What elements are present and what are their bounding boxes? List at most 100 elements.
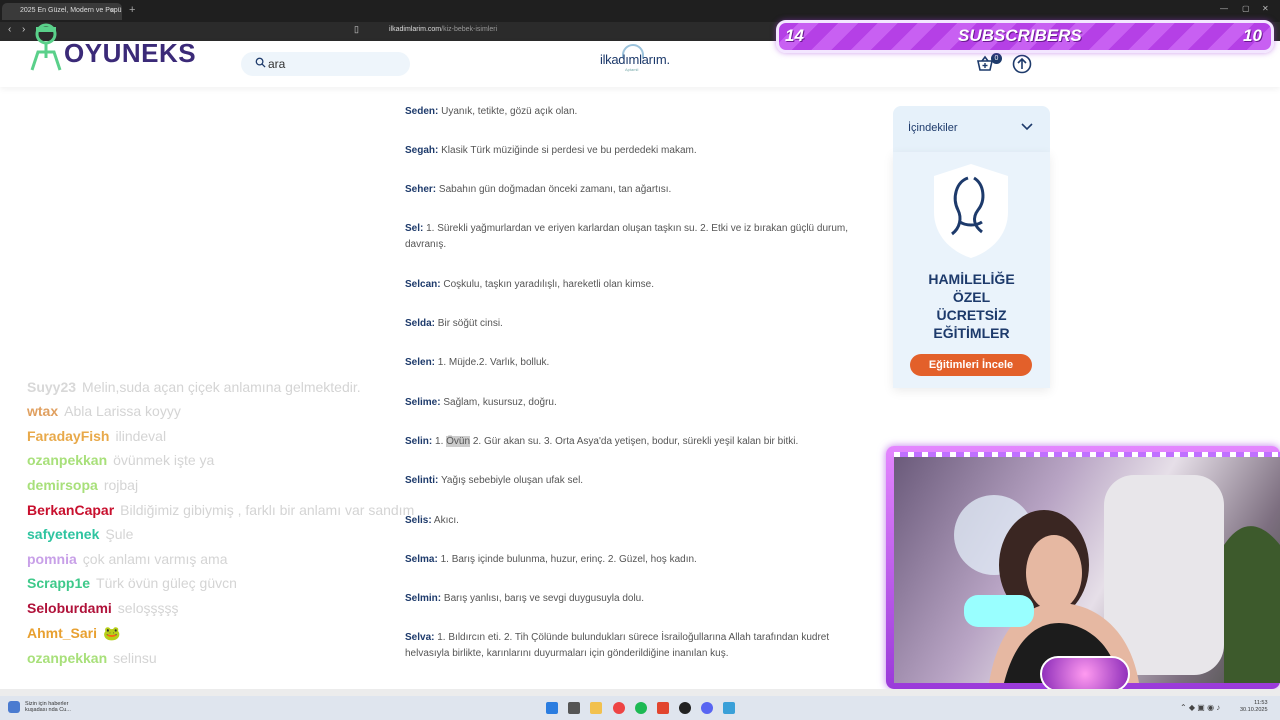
chrome-icon[interactable] [613, 702, 625, 714]
entry-meaning: Uyanık, tetikte, gözü açık olan. [441, 106, 578, 117]
streamer-silhouette [954, 475, 1280, 683]
entry-meaning: 1. Sürekli yağmurlardan ve eriyen karlar… [405, 223, 848, 250]
entry-meaning: Bir söğüt cinsi. [437, 318, 503, 329]
file-explorer-icon[interactable] [590, 702, 602, 714]
maximize-icon[interactable]: ▢ [1242, 4, 1250, 13]
chat-username: demirsopa [27, 477, 98, 493]
search-input[interactable]: ara [241, 52, 410, 76]
entry-meaning: Coşkulu, taşkın yaradılışlı, hareketli o… [443, 279, 655, 290]
window-close-icon[interactable]: ✕ [1262, 4, 1269, 13]
chat-text: Şule [105, 526, 134, 542]
entry-name: Selen: [405, 357, 436, 368]
chat-message: wtax Abla Larissa koyyy [27, 403, 181, 419]
new-tab-button[interactable]: + [129, 4, 135, 16]
name-entry: Seden: Uyanık, tetikte, gözü açık olan. [405, 104, 865, 120]
entry-name: Selime: [405, 397, 441, 408]
entry-name: Selcan: [405, 279, 441, 290]
sub-count-left: 14 [785, 26, 804, 45]
brave-icon[interactable] [657, 702, 669, 714]
promo-button[interactable]: Eğitimleri İncele [910, 354, 1032, 376]
name-entry: Selime: Sağlam, kusursuz, doğru. [405, 395, 865, 411]
webcam-badge-icon [1040, 656, 1130, 692]
chat-username: safyetenek [27, 526, 100, 542]
chat-text: çok anlamı varmış ama [82, 551, 228, 567]
taskbar-clock[interactable]: 11:53 30.10.2025 [1240, 700, 1268, 714]
entry-name: Segah: [405, 145, 439, 156]
scroll-up-icon[interactable] [1012, 54, 1032, 74]
entry-meaning: Klasik Türk müziğinde si perdesi ve bu p… [441, 145, 697, 156]
chat-text: Abla Larissa koyyy [64, 403, 181, 419]
bookmark-icon[interactable]: ▯ [354, 24, 359, 35]
news-widget[interactable]: Sizin için haberler kuşadası nda Cu... [25, 701, 71, 713]
name-entry: Selcan: Coşkulu, taşkın yaradılışlı, har… [405, 277, 865, 293]
entry-name: Selda: [405, 318, 436, 329]
selected-text[interactable]: Övün [446, 436, 471, 447]
url-path: /kiz-bebek-isimleri [441, 26, 498, 33]
url-domain: ilkadimlarim.com [389, 26, 442, 33]
chat-text: selinsu [113, 650, 157, 666]
minimize-icon[interactable]: — [1220, 4, 1228, 13]
clock-time: 11:53 [1254, 700, 1268, 706]
chat-message: safyetenek Şule [27, 526, 133, 542]
name-entry: Selin: 1. Övün 2. Gür akan su. 3. Orta A… [405, 434, 865, 450]
webcam-feed [894, 455, 1280, 683]
entry-name: Selva: [405, 632, 435, 643]
mascot-icon [30, 23, 62, 71]
name-entry: Selda: Bir söğüt cinsi. [405, 316, 865, 332]
discord-icon[interactable] [701, 702, 713, 714]
chat-username: Seloburdami [27, 600, 112, 616]
chat-username: ozanpekkan [27, 452, 108, 468]
promo-title-line: HAMİLELİĞE [928, 271, 1015, 287]
name-entry: Selen: 1. Müjde.2. Varlık, bolluk. [405, 355, 865, 371]
entry-name: Selma: [405, 554, 438, 565]
name-entry: Selinti: Yağış sebebiyle oluşan ufak sel… [405, 473, 865, 489]
webcam-light-strip [894, 452, 1280, 457]
entry-meaning: 1. Barış içinde bulunma, huzur, erinç. 2… [440, 554, 697, 565]
tab-close-icon[interactable]: × [110, 6, 115, 15]
chat-username: ozanpekkan [27, 650, 108, 666]
chat-username: FaradayFish [27, 428, 110, 444]
app-icon[interactable] [723, 702, 735, 714]
chat-text: rojbaj [103, 477, 139, 493]
name-entry: Selma: 1. Barış içinde bulunma, huzur, e… [405, 552, 865, 568]
chat-message: Seloburdami seloşşşşş [27, 600, 178, 616]
spotify-icon[interactable] [635, 702, 647, 714]
entry-name: Selinti: [405, 475, 439, 486]
browser-tab[interactable]: 2025 En Güzel, Modern ve Popü [2, 3, 122, 20]
chat-message: FaradayFish ilindeval [27, 428, 166, 444]
entry-meaning: Sabahın gün doğmadan önceki zamanı, tan … [438, 184, 672, 195]
name-entry: Seher: Sabahın gün doğmadan önceki zaman… [405, 182, 865, 198]
clock-date: 30.10.2025 [1240, 707, 1268, 713]
chat-text: Melin,suda açan çiçek anlamına gelmekted… [82, 379, 361, 395]
chevron-down-icon[interactable] [1021, 122, 1033, 132]
entry-name: Selmin: [405, 593, 442, 604]
chat-message: BerkanCapar Bildiğimiz gibiymiş , farklı … [27, 502, 414, 518]
entry-meaning: Yağış sebebiyle oluşan ufak sel. [440, 475, 584, 486]
tray-icons[interactable]: ⌃ ◆ ▣ ◉ ♪ [1180, 703, 1220, 712]
chat-username: Suyy23 [27, 379, 77, 395]
entry-name: Selin: [405, 436, 433, 447]
name-entry: Selva: 1. Bıldırcın eti. 2. Tih Çölünde … [405, 630, 865, 662]
news-widget-icon[interactable] [8, 701, 20, 713]
back-icon[interactable]: ‹ [8, 24, 11, 35]
chat-message: Suyy23 Melin,suda açan çiçek anlamına gel… [27, 379, 361, 395]
entry-meaning: 1. Müjde.2. Varlık, bolluk. [437, 357, 550, 368]
chat-text: seloşşşşş [117, 600, 179, 616]
toc-label: İçindekiler [908, 122, 958, 134]
task-view-icon[interactable] [568, 702, 580, 714]
pregnancy-shield-icon [934, 164, 1008, 258]
entry-name: Seher: [405, 184, 437, 195]
horizontal-scrollbar[interactable] [0, 689, 1280, 696]
chat-username: wtax [27, 403, 59, 419]
promo-title-line: ÜCRETSİZ [936, 307, 1007, 323]
chat-text: ilindeval [115, 428, 167, 444]
name-entry: Segah: Klasik Türk müziğinde si perdesi … [405, 143, 865, 159]
brand-logo[interactable]: ilkadımlarım. [600, 52, 670, 67]
url-field[interactable]: ilkadimlarim.com/kiz-bebek-isimleri [389, 26, 497, 33]
chat-message: Scrapp1e Türk övün güleç güvcn [27, 575, 237, 591]
obs-icon[interactable] [679, 702, 691, 714]
entry-meaning: Akıcı. [433, 515, 459, 526]
forward-icon[interactable]: › [22, 24, 25, 35]
start-icon[interactable] [546, 702, 558, 714]
chat-username: BerkanCapar [27, 502, 115, 518]
